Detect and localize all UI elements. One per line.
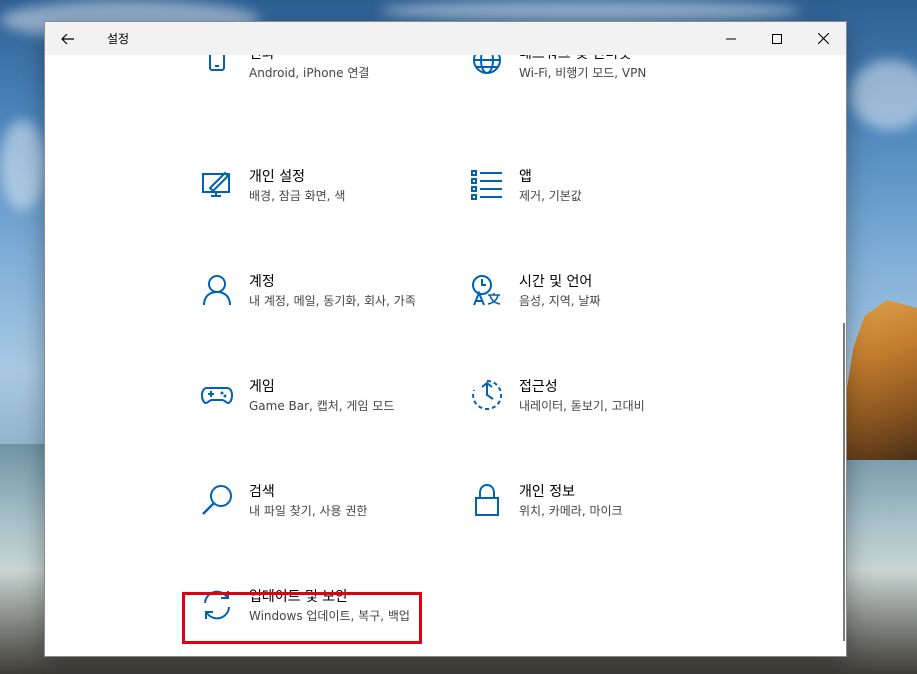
scrollbar[interactable] bbox=[841, 55, 846, 656]
tile-phone[interactable]: 전화 Android, iPhone 연결 bbox=[200, 55, 450, 115]
tile-update-security[interactable]: 업데이트 및 보안 Windows 업데이트, 복구, 백업 bbox=[200, 588, 450, 656]
personalization-icon bbox=[200, 168, 234, 202]
time-language-icon bbox=[470, 273, 504, 307]
tile-gaming[interactable]: 게임 Game Bar, 캡처, 게임 모드 bbox=[200, 378, 450, 448]
tile-description: 위치, 카메라, 마이크 bbox=[519, 504, 623, 518]
maximize-button[interactable] bbox=[754, 22, 800, 55]
phone-icon bbox=[200, 55, 234, 79]
tile-title: 게임 bbox=[249, 379, 275, 395]
settings-content: 전화 Android, iPhone 연결 네트워크 및 인터넷 Wi-Fi, … bbox=[45, 55, 846, 656]
tile-description: 제거, 기본값 bbox=[519, 189, 582, 203]
back-button[interactable] bbox=[45, 22, 91, 55]
tile-title: 접근성 bbox=[519, 379, 558, 395]
back-arrow-icon bbox=[61, 33, 74, 44]
tile-title: 앱 bbox=[519, 169, 532, 185]
tile-description: 배경, 잠금 화면, 색 bbox=[249, 189, 346, 203]
globe-icon bbox=[470, 55, 504, 79]
tile-privacy[interactable]: 개인 정보 위치, 카메라, 마이크 bbox=[470, 483, 720, 553]
sync-icon bbox=[200, 588, 234, 622]
tile-description: Windows 업데이트, 복구, 백업 bbox=[249, 609, 410, 623]
window-title: 설정 bbox=[107, 32, 130, 46]
tile-title: 검색 bbox=[249, 484, 275, 500]
tile-description: Android, iPhone 연결 bbox=[249, 66, 370, 80]
gamepad-icon bbox=[200, 378, 234, 412]
person-icon bbox=[200, 273, 234, 307]
close-button[interactable] bbox=[800, 22, 846, 55]
tile-title: 네트워크 및 인터넷 bbox=[519, 55, 694, 63]
tile-title: 계정 bbox=[249, 274, 275, 290]
settings-window: 설정 전화 Android, iPhone 연결 bbox=[45, 22, 846, 656]
minimize-button[interactable] bbox=[708, 22, 754, 55]
search-icon bbox=[200, 483, 234, 517]
tile-title: 전화 bbox=[249, 55, 424, 63]
tile-time-language[interactable]: 시간 및 언어 음성, 지역, 날짜 bbox=[470, 273, 720, 343]
apps-list-icon bbox=[470, 168, 504, 202]
tile-accounts[interactable]: 계정 내 계정, 메일, 동기화, 회사, 가족 bbox=[200, 273, 450, 343]
tile-personalization[interactable]: 개인 설정 배경, 잠금 화면, 색 bbox=[200, 168, 450, 238]
accessibility-timer-icon bbox=[470, 378, 504, 412]
tile-apps[interactable]: 앱 제거, 기본값 bbox=[470, 168, 720, 238]
tile-description: 내 파일 찾기, 사용 권한 bbox=[249, 504, 368, 518]
tile-description: Wi-Fi, 비행기 모드, VPN bbox=[519, 66, 647, 80]
close-icon bbox=[817, 33, 829, 44]
lock-icon bbox=[470, 483, 504, 517]
tile-title: 개인 설정 bbox=[249, 169, 305, 185]
scrollbar-thumb[interactable] bbox=[843, 323, 845, 641]
maximize-icon bbox=[772, 33, 782, 44]
tile-title: 시간 및 언어 bbox=[519, 274, 593, 290]
title-bar: 설정 bbox=[45, 22, 846, 55]
tile-description: 음성, 지역, 날짜 bbox=[519, 294, 601, 308]
tile-description: 내 계정, 메일, 동기화, 회사, 가족 bbox=[249, 294, 416, 308]
tile-accessibility[interactable]: 접근성 내레이터, 돋보기, 고대비 bbox=[470, 378, 720, 448]
tile-title: 업데이트 및 보안 bbox=[249, 589, 349, 605]
tile-title: 개인 정보 bbox=[519, 484, 575, 500]
tile-description: Game Bar, 캡처, 게임 모드 bbox=[249, 399, 395, 413]
tile-description: 내레이터, 돋보기, 고대비 bbox=[519, 399, 645, 413]
tile-search[interactable]: 검색 내 파일 찾기, 사용 권한 bbox=[200, 483, 450, 553]
tile-network[interactable]: 네트워크 및 인터넷 Wi-Fi, 비행기 모드, VPN bbox=[470, 55, 720, 115]
minimize-icon bbox=[726, 38, 736, 39]
